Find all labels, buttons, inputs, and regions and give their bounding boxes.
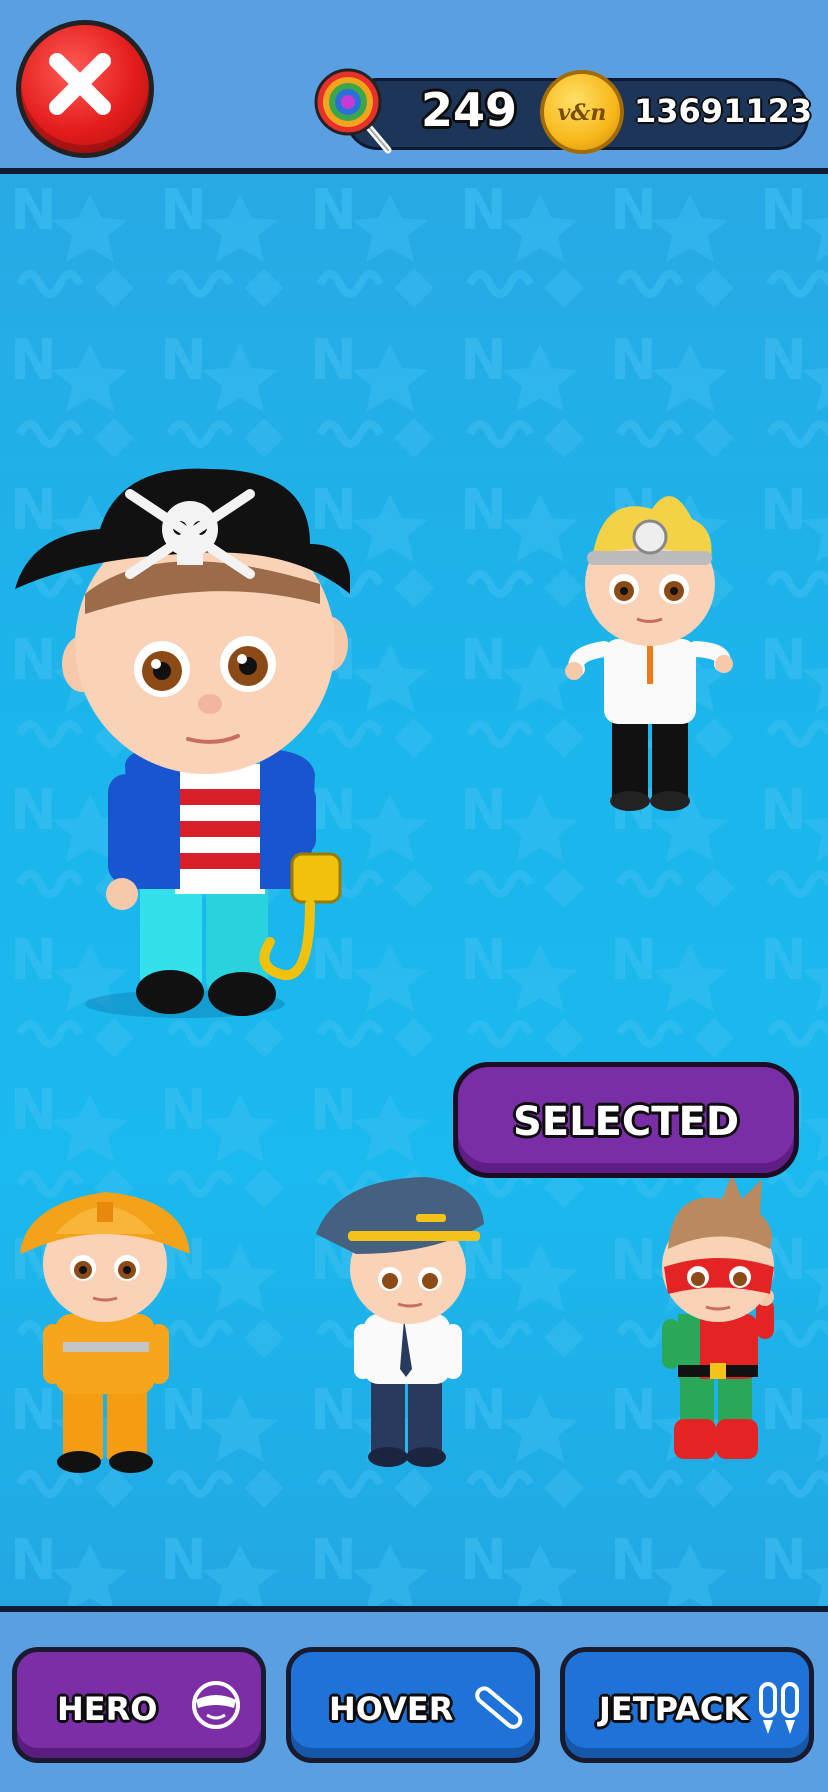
character-stage: N	[0, 174, 828, 1606]
bottom-tab-bar: HERO HOVER JETPACK	[0, 1606, 828, 1792]
tab-hero-label: HERO	[57, 1690, 158, 1728]
doctor-character[interactable]	[562, 479, 742, 819]
pilot-character[interactable]	[316, 1169, 496, 1479]
candy-count: 249	[420, 83, 518, 137]
top-bar: 249 v&n 13691123	[0, 0, 828, 174]
jetpack-icon	[759, 1682, 799, 1734]
firefighter-character[interactable]	[15, 1164, 205, 1484]
coin-count: 13691123	[634, 92, 813, 130]
selected-button[interactable]: SELECTED	[453, 1062, 799, 1178]
tab-jetpack[interactable]: JETPACK	[560, 1647, 814, 1763]
hoverboard-icon	[475, 1686, 523, 1729]
tab-hero[interactable]: HERO	[12, 1647, 266, 1763]
tab-jetpack-label: JETPACK	[599, 1690, 749, 1728]
superhero-character[interactable]	[652, 1169, 792, 1479]
tab-hover-label: HOVER	[329, 1690, 454, 1728]
selected-label: SELECTED	[512, 1099, 740, 1145]
close-x-icon	[49, 53, 111, 115]
tab-hover[interactable]: HOVER	[286, 1647, 540, 1763]
hero-mask-icon	[192, 1681, 240, 1729]
close-button[interactable]	[16, 20, 154, 158]
lollipop-icon	[314, 68, 392, 154]
coin-icon: v&n	[540, 70, 624, 154]
pirate-character[interactable]	[10, 344, 350, 1144]
coin-logo-text: v&n	[557, 100, 607, 126]
